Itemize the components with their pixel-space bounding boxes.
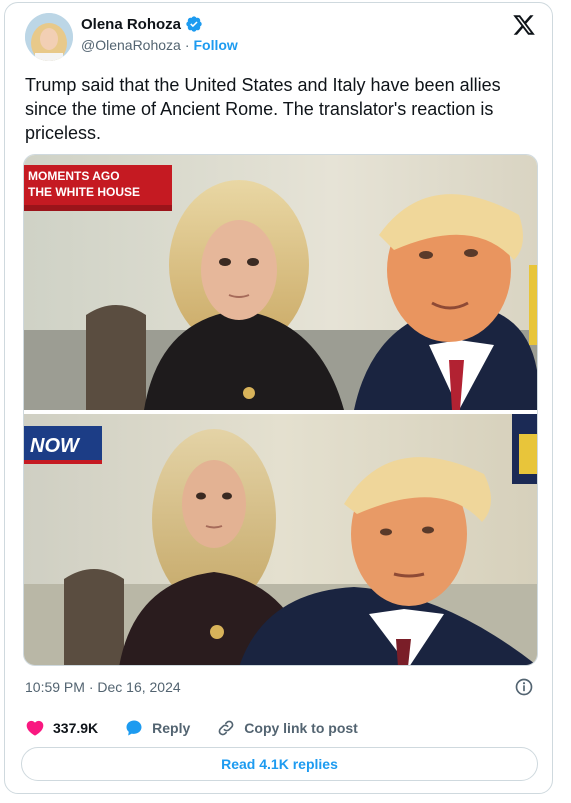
link-icon — [218, 720, 234, 736]
copy-link-button[interactable]: Copy link to post — [216, 718, 358, 738]
reply-button[interactable]: Reply — [124, 718, 190, 738]
follow-link[interactable]: Follow — [194, 37, 238, 53]
photo-top: MOMENTS AGO THE WHITE HOUSE — [24, 155, 537, 410]
author-handle[interactable]: @OlenaRohoza — [81, 37, 181, 53]
action-bar: 337.9K Reply Copy link to post — [25, 718, 384, 738]
heart-icon — [26, 720, 44, 736]
avatar[interactable] — [25, 13, 73, 61]
tweet-card: Olena Rohoza @OlenaRohoza · Follow Trump… — [4, 2, 553, 794]
x-logo-icon[interactable] — [512, 13, 536, 37]
tweet-timestamp[interactable]: 10:59 PM · Dec 16, 2024 — [25, 679, 181, 695]
read-replies-button[interactable]: Read 4.1K replies — [21, 747, 538, 781]
copy-link-label: Copy link to post — [244, 720, 358, 736]
verified-badge-icon — [186, 16, 202, 32]
news-banner-line2: THE WHITE HOUSE — [28, 185, 140, 199]
like-count: 337.9K — [53, 720, 99, 736]
like-button[interactable]: 337.9K — [25, 718, 98, 738]
news-logo-text: NOW — [30, 435, 81, 457]
handle-row: @OlenaRohoza · Follow — [81, 37, 238, 53]
avatar-image — [25, 13, 73, 61]
media-panel-top: MOMENTS AGO THE WHITE HOUSE — [24, 155, 537, 410]
reply-label: Reply — [152, 720, 191, 736]
photo-bottom: NOW — [24, 414, 537, 665]
author-name[interactable]: Olena Rohoza — [81, 16, 181, 33]
media-panel-bottom: NOW — [24, 414, 537, 665]
info-icon[interactable] — [514, 677, 534, 697]
separator-dot: · — [184, 37, 190, 53]
news-banner-line1: MOMENTS AGO — [28, 169, 120, 183]
reply-bubble-icon — [126, 720, 142, 736]
author-name-row: Olena Rohoza — [81, 15, 238, 33]
tweet-media[interactable]: MOMENTS AGO THE WHITE HOUSE NOW — [23, 154, 538, 666]
tweet-text: Trump said that the United States and It… — [25, 75, 501, 143]
author-block: Olena Rohoza @OlenaRohoza · Follow — [81, 15, 238, 54]
